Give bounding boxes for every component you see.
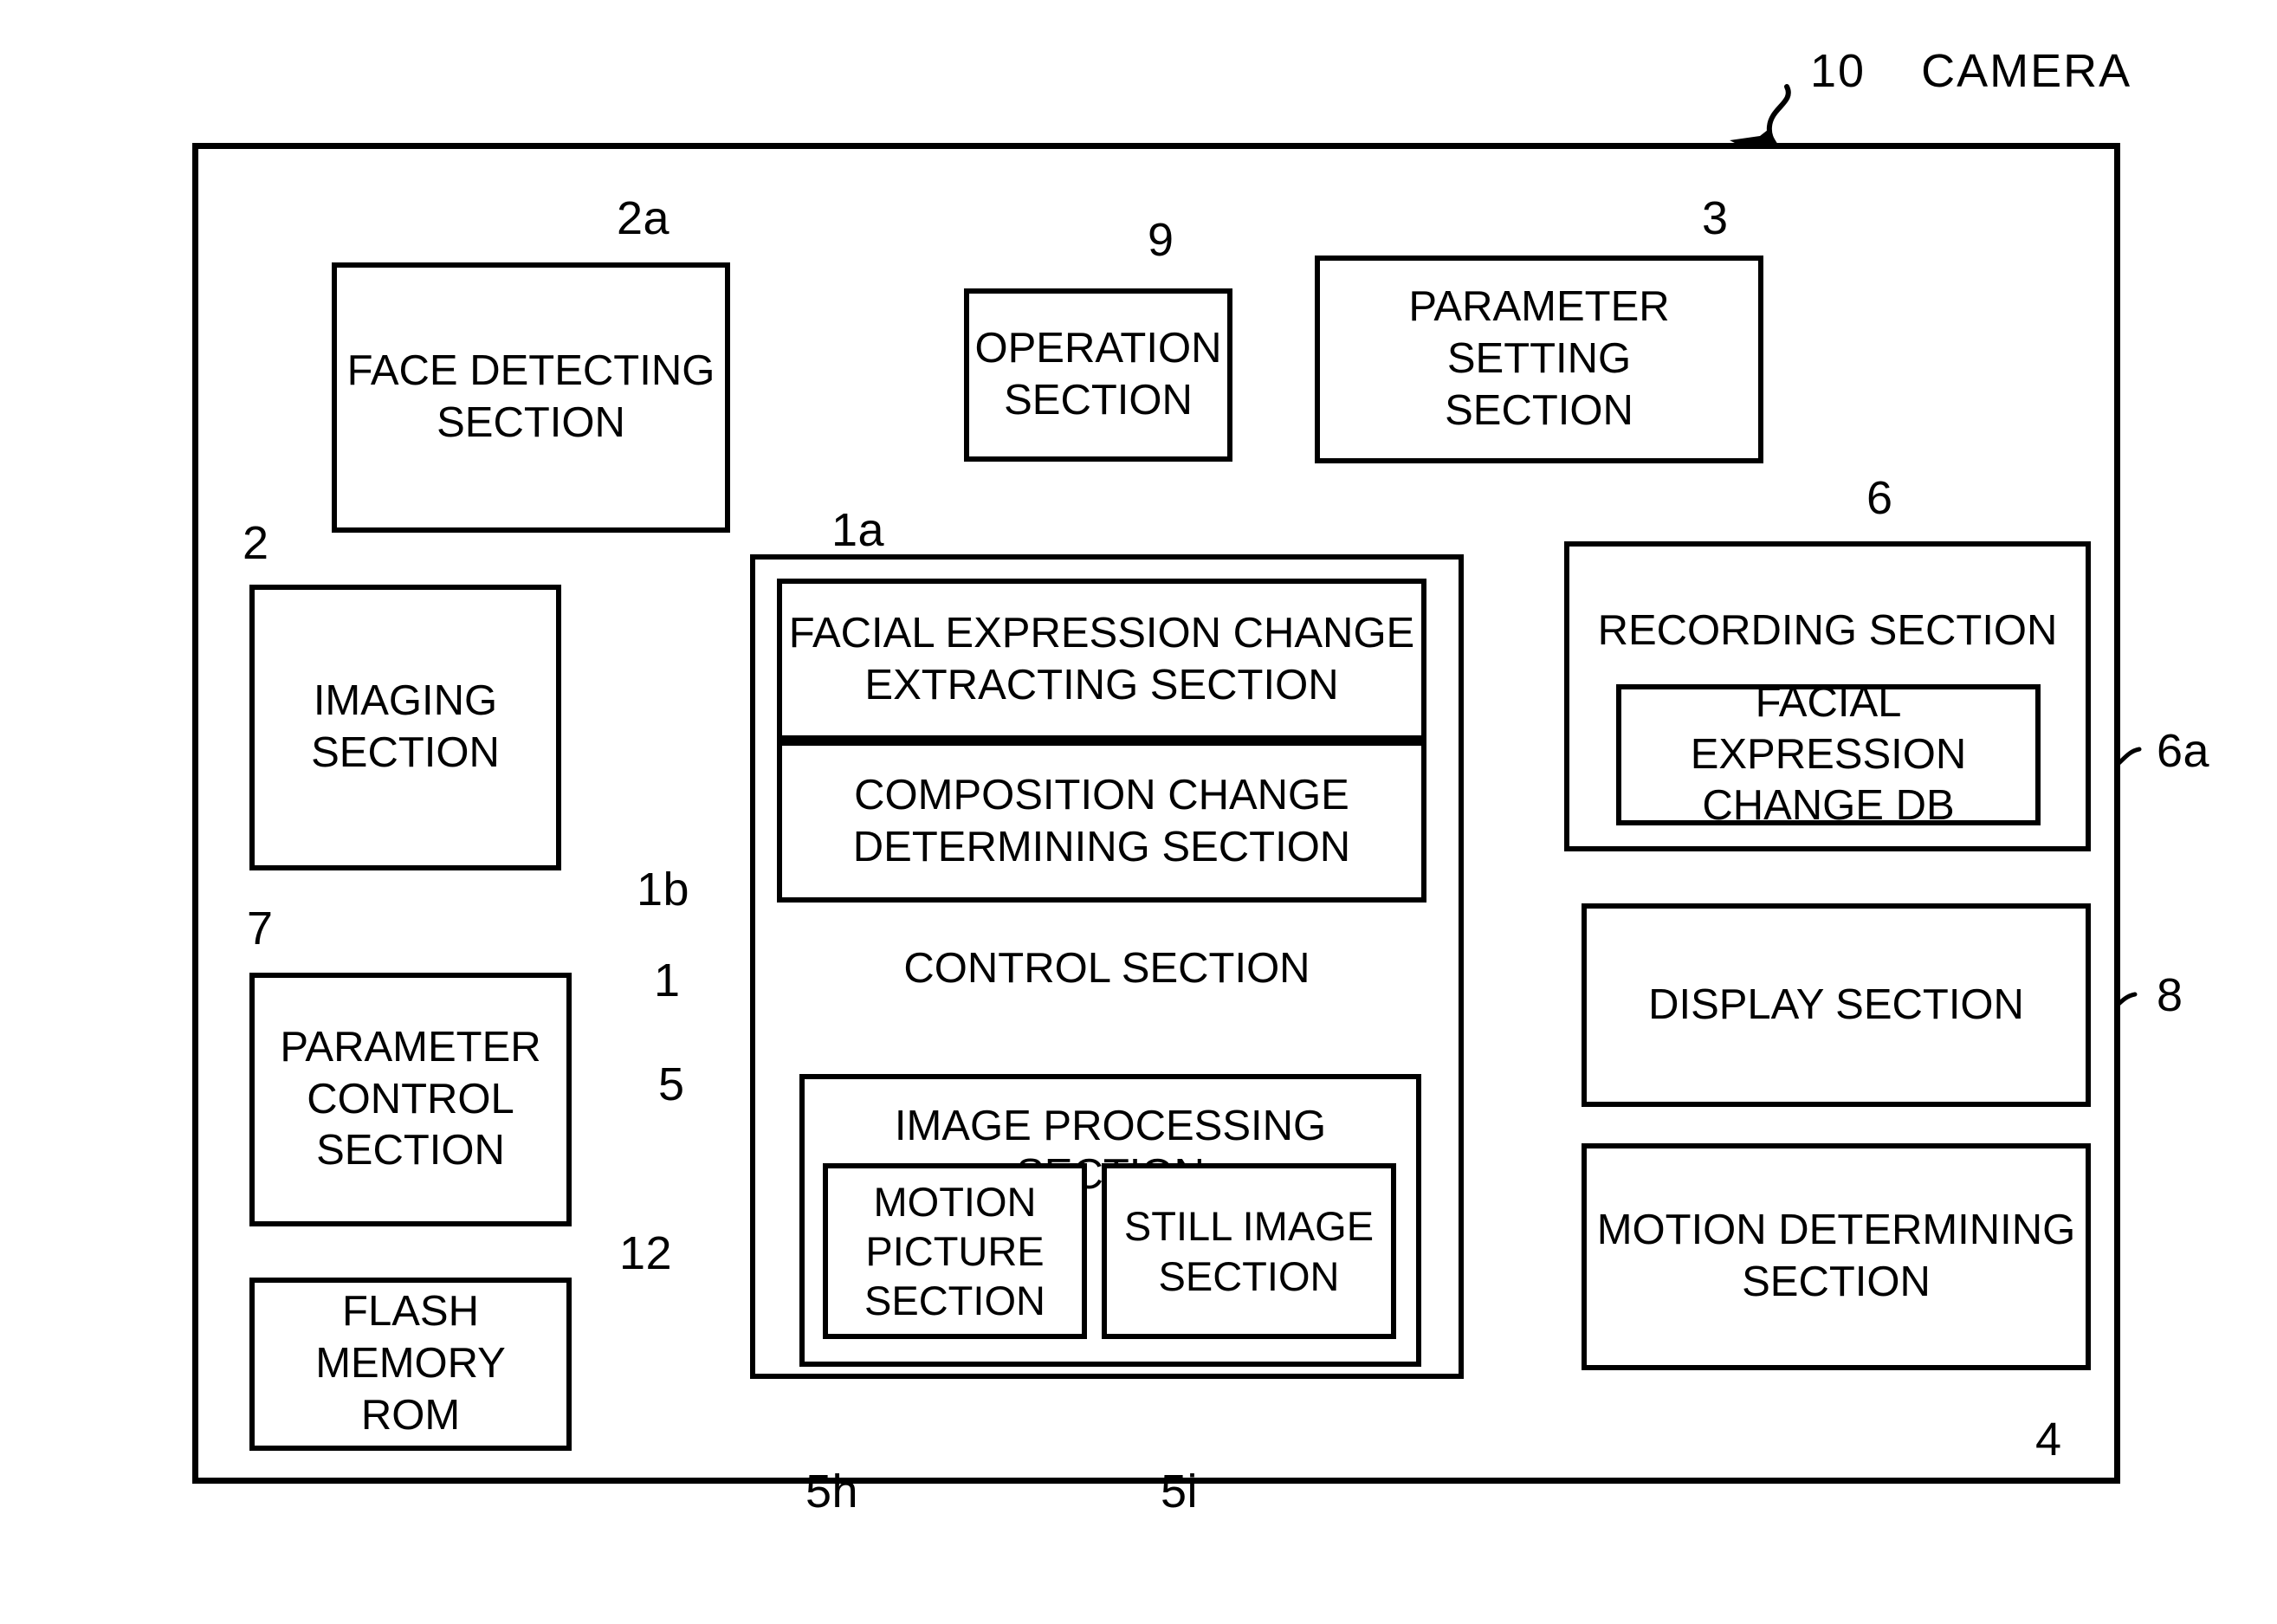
block-control-section-label-wrap: CONTROL SECTION [750, 944, 1464, 993]
ref-5i-text: 5i [1161, 1465, 1199, 1517]
block-control-section-label: CONTROL SECTION [903, 945, 1310, 992]
block-flash-memory-rom-label: FLASH MEMORY ROM [315, 1288, 506, 1439]
block-imaging-section-label: IMAGING SECTION [311, 677, 500, 776]
block-still-image-section-label: STILL IMAGE SECTION [1123, 1203, 1375, 1299]
block-still-image-section[interactable]: STILL IMAGE SECTION [1102, 1163, 1396, 1339]
block-parameter-control-section-label: PARAMETER CONTROL SECTION [280, 1023, 541, 1174]
ref-3-text: 3 [1702, 192, 1729, 244]
block-parameter-setting-section-label: PARAMETER SETTING SECTION [1408, 283, 1670, 434]
block-operation-section-label: OPERATION SECTION [974, 325, 1222, 424]
ref-5h-text: 5h [805, 1465, 859, 1517]
block-face-detecting-section-label: FACE DETECTING SECTION [346, 347, 715, 446]
ref-4: 4 [2035, 1416, 2062, 1463]
ref-1: 1 [654, 957, 681, 1004]
block-motion-picture-section[interactable]: MOTION PICTURE SECTION [823, 1163, 1087, 1339]
block-recording-section-label: RECORDING SECTION [1597, 607, 2058, 654]
ref-3: 3 [1702, 195, 1729, 242]
ref-9-text: 9 [1148, 214, 1174, 266]
block-recording-section-label-wrap: RECORDING SECTION [1564, 606, 2091, 655]
ref-7: 7 [247, 905, 274, 952]
block-flash-memory-rom[interactable]: FLASH MEMORY ROM [249, 1278, 572, 1451]
ref-1b-text: 1b [637, 864, 690, 916]
ref-4-text: 4 [2035, 1414, 2062, 1465]
block-face-detecting-section[interactable]: FACE DETECTING SECTION [332, 262, 730, 533]
camera-title-text: CAMERA [1921, 45, 2132, 97]
block-display-section[interactable]: DISPLAY SECTION [1582, 903, 2091, 1107]
camera-ref-number: 10 [1810, 45, 1866, 97]
block-display-section-label: DISPLAY SECTION [1648, 980, 2024, 1028]
figure-title-ref: 10 CAMERA [1810, 48, 2131, 94]
block-facial-expression-change-extracting-section[interactable]: FACIAL EXPRESSION CHANGE EXTRACTING SECT… [777, 579, 1426, 741]
ref-12-text: 12 [619, 1227, 673, 1279]
ref-2a: 2a [617, 195, 670, 242]
ref-6a-text: 6a [2157, 725, 2210, 777]
ref-5: 5 [658, 1061, 685, 1108]
ref-5i: 5i [1161, 1468, 1198, 1515]
ref-1a-text: 1a [831, 504, 885, 556]
ref-5h: 5h [805, 1468, 858, 1515]
block-operation-section[interactable]: OPERATION SECTION [964, 288, 1232, 462]
ref-12: 12 [619, 1230, 672, 1277]
block-composition-change-determining-section-label: COMPOSITION CHANGE DETERMINING SECTION [852, 771, 1351, 870]
ref-1-text: 1 [654, 954, 681, 1006]
block-facial-expression-change-extracting-section-label: FACIAL EXPRESSION CHANGE EXTRACTING SECT… [788, 609, 1415, 708]
block-parameter-setting-section[interactable]: PARAMETER SETTING SECTION [1315, 256, 1763, 463]
ref-1b: 1b [637, 866, 689, 913]
ref-9: 9 [1148, 217, 1174, 263]
block-facial-expression-change-db-label: FACIAL EXPRESSION CHANGE DB [1690, 678, 1967, 830]
ref-7-text: 7 [247, 903, 274, 954]
ref-2: 2 [243, 520, 269, 566]
block-motion-picture-section-label: MOTION PICTURE SECTION [864, 1178, 1045, 1324]
block-composition-change-determining-section[interactable]: COMPOSITION CHANGE DETERMINING SECTION [777, 741, 1426, 903]
ref-8-text: 8 [2157, 969, 2183, 1021]
block-motion-determining-section-label: MOTION DETERMINING SECTION [1596, 1207, 2076, 1305]
ref-6: 6 [1866, 475, 1893, 521]
block-facial-expression-change-db[interactable]: FACIAL EXPRESSION CHANGE DB [1616, 679, 2041, 829]
ref-6a: 6a [2157, 728, 2209, 774]
ref-6-text: 6 [1866, 472, 1893, 524]
ref-1a: 1a [831, 507, 884, 553]
figure-canvas: 10 CAMERA FACE DETECTING SECTION 2a IMAG… [0, 0, 2277, 1624]
ref-5-text: 5 [658, 1058, 685, 1110]
block-imaging-section[interactable]: IMAGING SECTION [249, 585, 561, 870]
ref-2a-text: 2a [617, 192, 670, 244]
block-motion-determining-section[interactable]: MOTION DETERMINING SECTION [1582, 1143, 2091, 1370]
ref-2-text: 2 [243, 517, 269, 569]
block-parameter-control-section[interactable]: PARAMETER CONTROL SECTION [249, 973, 572, 1226]
ref-8: 8 [2157, 972, 2183, 1019]
